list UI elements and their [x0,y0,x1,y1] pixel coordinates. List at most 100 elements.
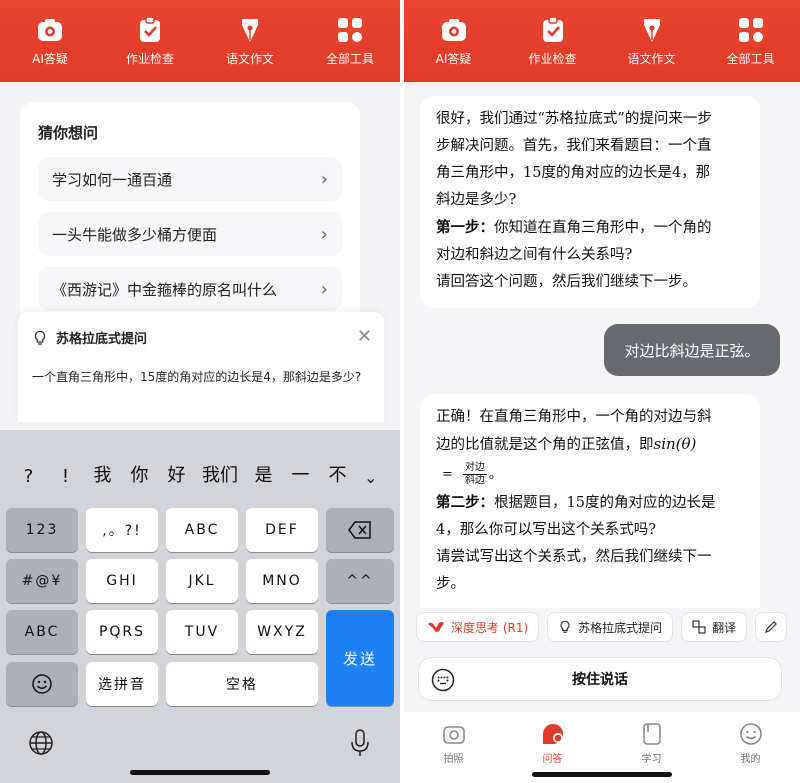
math-sin: sin(θ) [653,435,697,453]
message-line: 请回答这个问题，然后我们继续下一步。 [436,274,697,290]
message-line: 对边和斜边之间有什么关系吗? [436,247,633,263]
candidate[interactable]: ! [47,466,84,487]
candidate[interactable]: ? [10,466,47,487]
math-equation: = 对边 斜边 。 [436,459,744,489]
chip-label: 深度思考 (R1) [451,620,529,635]
candidate[interactable]: 我们 [195,461,245,487]
message-line: 边的比值就是这个角的正弦值，即sin(θ) [436,431,744,459]
tool-ai-answer[interactable]: AI答疑 [404,0,503,82]
hold-to-talk-label: 按住说话 [572,672,628,688]
right-screenshot: AI答疑 作业检查 语文作文 全部工具 很好，我们通过“苏格拉底式”的提问来一步… [404,0,800,783]
tool-label: 语文作文 [225,52,274,66]
translate-chip[interactable]: 翻译 [681,612,748,642]
nav-label: 学习 [641,754,662,765]
message-line: 角三角形中，15度的角对应的边长是4，那 [436,165,711,181]
space-key[interactable]: 空格 [166,662,318,706]
chip-label: 苏格拉底式提问 [578,620,663,635]
candidate[interactable]: 一 [282,461,319,487]
chat-bubble-icon [542,724,563,744]
step-text: 你知道在直角三角形中，一个角的 [494,220,712,236]
key-punct[interactable]: ,。?! [86,508,158,552]
keyboard-icon [431,668,455,692]
tool-label: 语文作文 [627,52,676,66]
key-symbols[interactable]: #@¥ [6,559,78,603]
suggested-questions-card: 猜你想问 学习如何一通百通 › 一头牛能做多少桶方便面 › 《西游记》中金箍棒的原名… [20,102,360,332]
assistant-message: 正确！在直角三角形中，一个角的对边与斜 边的比值就是这个角的正弦值，即sin(θ… [420,394,760,608]
suggested-title: 猜你想问 [38,124,99,142]
hold-to-talk-button[interactable]: 按住说话 [418,657,782,701]
assistant-message: 很好，我们通过“苏格拉底式”的提问来一步 步解决问题。首先，我们来看题目：一个直… [420,96,760,308]
tool-homework-check[interactable]: 作业检查 [100,0,200,82]
nav-photo[interactable]: 拍照 [404,712,503,783]
key-123[interactable]: 123 [6,508,78,552]
key-abc-switch[interactable]: ABC [6,610,78,654]
tool-all[interactable]: 全部工具 [701,0,800,82]
candidate[interactable]: 是 [245,461,282,487]
check-doc-icon [542,16,563,42]
deep-think-chip[interactable]: 深度思考 (R1) [416,612,540,642]
message-line: 很好，我们通过“苏格拉底式”的提问来一步 [436,111,712,127]
message-line: 步。 [436,576,465,592]
lightbulb-icon [34,330,46,345]
key-emoticon[interactable]: ^^ [326,559,394,603]
globe-icon[interactable] [28,730,54,760]
socratic-header: 苏格拉底式提问 [32,328,370,347]
numerator: 对边 [462,461,487,475]
key-jkl[interactable]: JKL [166,559,238,603]
key-mno[interactable]: MNO [246,559,318,603]
home-indicator [532,772,672,777]
tool-all[interactable]: 全部工具 [300,0,400,82]
user-message: 对边比斜边是正弦。 [604,324,780,376]
lightbulb-icon [560,620,570,633]
top-toolbar: AI答疑 作业检查 语文作文 全部工具 [0,0,400,82]
chevron-right-icon: › [320,278,328,300]
nav-me[interactable]: 我的 [701,712,800,783]
edit-chip[interactable] [755,612,788,642]
pen-nib-icon [643,19,660,42]
close-icon[interactable]: ✕ [357,326,372,347]
grid-apps-icon [738,18,763,42]
suggested-question[interactable]: 学习如何一通百通 › [38,157,342,201]
backspace-key[interactable] [326,508,394,552]
socratic-question-text: 一个直角三角形中，15度的角对应的边长是4，那斜边是多少? [32,370,362,384]
chevron-down-icon[interactable]: ⌄ [364,468,377,487]
grid-apps-icon [338,18,362,42]
suggested-question[interactable]: 一头牛能做多少桶方便面 › [38,212,342,256]
chevron-right-icon: › [320,168,328,190]
book-icon [642,723,661,745]
key-wxyz[interactable]: WXYZ [246,610,318,654]
emoji-key[interactable] [6,662,78,706]
send-key[interactable]: 发送 [326,610,394,706]
socratic-mode-card: 苏格拉底式提问 ✕ 一个直角三角形中，15度的角对应的边长是4，那斜边是多少? [18,312,384,422]
message-line: 第二步：根据题目，15度的角对应的边长是 [436,489,744,517]
candidate[interactable]: 好 [158,461,195,487]
nav-label: 拍照 [443,754,464,765]
socratic-chip[interactable]: 苏格拉底式提问 [547,612,674,642]
candidate[interactable]: 你 [121,461,158,487]
candidate[interactable]: 不 [319,461,356,487]
key-pqrs[interactable]: PQRS [86,610,158,654]
pen-nib-icon [242,19,258,42]
message-line: 第一步：你知道在直角三角形中，一个角的 [436,214,744,242]
nav-label: 我的 [740,754,761,765]
suggested-question[interactable]: 《西游记》中金箍棒的原名叫什么 › [38,267,342,311]
key-def[interactable]: DEF [246,508,318,552]
candidate[interactable]: 我 [84,461,121,487]
mode-chips: 深度思考 (R1) 苏格拉底式提问 翻译 [404,612,800,652]
check-doc-icon [140,16,160,42]
camera-outline-icon [442,726,465,744]
message-line: 正确！在直角三角形中，一个角的对边与斜 [436,409,712,425]
left-screenshot: AI答疑 作业检查 语文作文 全部工具 猜你想问 学习如何一通百通 › 一头牛能做… [0,0,400,783]
tool-essay[interactable]: 语文作文 [602,0,701,82]
key-select-pinyin[interactable]: 选拼音 [86,662,158,706]
key-tuv[interactable]: TUV [166,610,238,654]
tool-homework-check[interactable]: 作业检查 [503,0,602,82]
translate-icon [692,620,706,634]
key-abc-t9[interactable]: ABC [166,508,238,552]
math-end: 。 [488,466,502,482]
tool-ai-answer[interactable]: AI答疑 [0,0,100,82]
key-ghi[interactable]: GHI [86,559,158,603]
tool-essay[interactable]: 语文作文 [200,0,300,82]
microphone-icon[interactable] [350,728,370,762]
pencil-icon [765,621,778,633]
